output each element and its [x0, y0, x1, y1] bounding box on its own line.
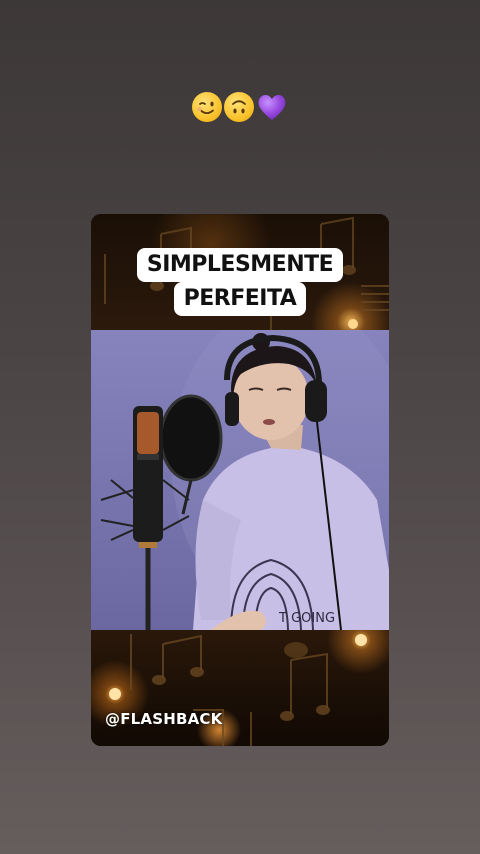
credit-handle[interactable]: @FLASHBACK	[105, 710, 222, 728]
music-notes-decoration-bottom	[109, 634, 367, 746]
music-background-top: SIMPLESMENTE PERFEITA	[91, 214, 389, 330]
emoji-reaction-row	[0, 92, 480, 122]
music-background-bottom	[91, 630, 389, 746]
winking-face-icon	[192, 92, 222, 122]
singer-video-frame[interactable]: T GOING	[91, 330, 389, 630]
shared-post-card[interactable]: SIMPLESMENTE PERFEITA T GOING @FLASHBACK	[91, 214, 389, 746]
story-caption: SIMPLESMENTE PERFEITA	[91, 248, 389, 316]
upside-down-face-icon	[224, 92, 254, 122]
caption-line-1: SIMPLESMENTE	[136, 248, 344, 282]
singer-illustration: T GOING	[91, 330, 389, 630]
caption-line-2: PERFEITA	[173, 282, 307, 316]
sweater-print-text: T GOING	[278, 611, 335, 626]
purple-heart-icon	[256, 92, 288, 122]
